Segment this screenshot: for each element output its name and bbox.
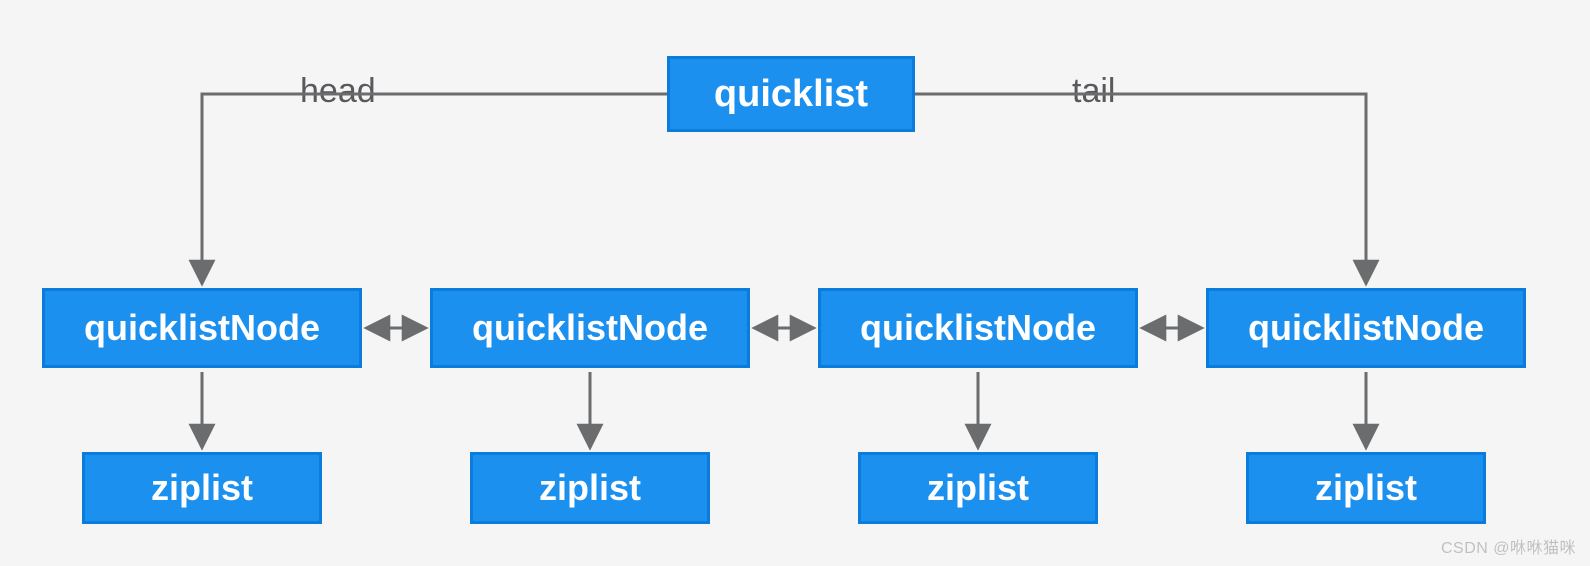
tail-arrow [915, 94, 1366, 284]
quicklist-node-2: quicklistNode [818, 288, 1138, 368]
quicklist-node-3: quicklistNode [1206, 288, 1526, 368]
ziplist-0-label: ziplist [151, 467, 253, 509]
ziplist-1-label: ziplist [539, 467, 641, 509]
quicklist-node-1: quicklistNode [430, 288, 750, 368]
quicklist-node-1-label: quicklistNode [472, 307, 708, 349]
ziplist-1: ziplist [470, 452, 710, 524]
head-arrow [202, 94, 667, 284]
quicklist-node-0: quicklistNode [42, 288, 362, 368]
quicklist-root: quicklist [667, 56, 915, 132]
quicklist-node-3-label: quicklistNode [1248, 307, 1484, 349]
tail-pointer-label: tail [1072, 72, 1115, 111]
watermark-text: CSDN @咻咻猫咪 [1441, 534, 1576, 558]
quicklist-root-label: quicklist [714, 73, 868, 116]
quicklist-node-0-label: quicklistNode [84, 307, 320, 349]
ziplist-3: ziplist [1246, 452, 1486, 524]
ziplist-2-label: ziplist [927, 467, 1029, 509]
head-pointer-label: head [300, 72, 376, 111]
ziplist-3-label: ziplist [1315, 467, 1417, 509]
quicklist-node-2-label: quicklistNode [860, 307, 1096, 349]
ziplist-0: ziplist [82, 452, 322, 524]
ziplist-2: ziplist [858, 452, 1098, 524]
